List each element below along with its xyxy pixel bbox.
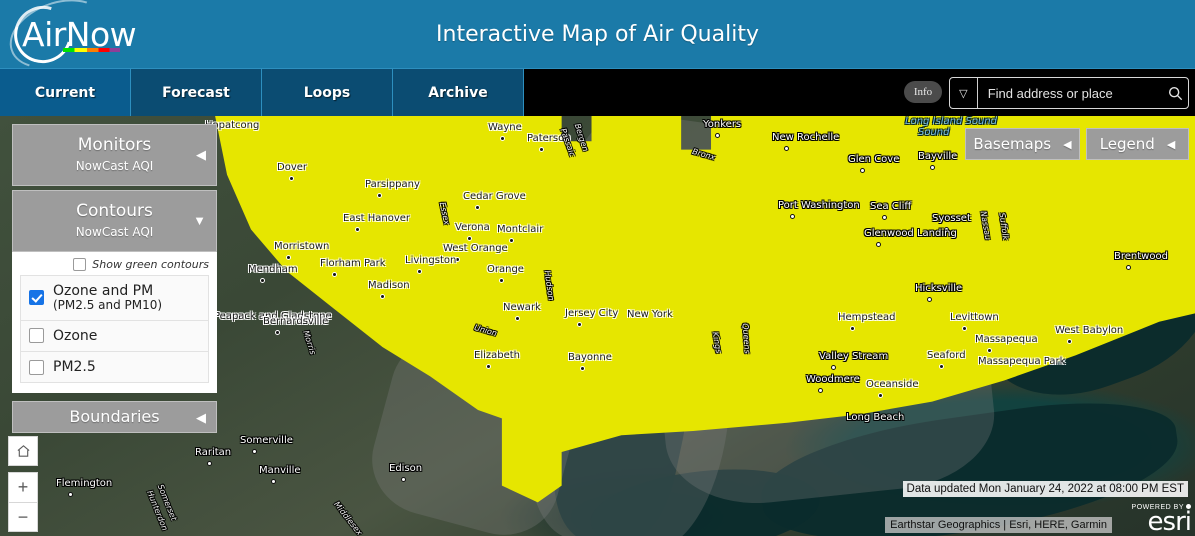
pm25-checkbox[interactable] [29,359,44,375]
show-green-contours-label: Show green contours [92,258,209,271]
tab-current[interactable]: Current [0,69,131,116]
panel-boundaries[interactable]: Boundaries ◀ [12,401,217,433]
tab-forecast[interactable]: Forecast [131,69,262,116]
page-title: Interactive Map of Air Quality [436,21,759,47]
contours-body: Show green contours Ozone and PM (PM2.5 … [12,252,217,394]
pm25-label: PM2.5 [53,358,96,375]
map-attribution[interactable]: Earthstar Geographics | Esri, HERE, Garm… [885,517,1112,533]
basemaps-button[interactable]: Basemaps ◀ [965,128,1080,160]
nav-bar: Current Forecast Loops Archive Info ▽ [0,68,1195,116]
ozone-and-pm-label: Ozone and PM [53,283,154,299]
zoom-out-button[interactable]: − [8,502,38,532]
panel-monitors[interactable]: Monitors NowCast AQI ◀ [12,124,217,186]
option-label-wrapper: Ozone and PM (PM2.5 and PM10) [53,283,162,313]
contours-header[interactable]: Contours NowCast AQI ▼ [12,190,217,252]
collapse-left-arrow-icon: ◀ [1063,137,1072,151]
contour-options-list: Ozone and PM (PM2.5 and PM10) Ozone PM2.… [20,275,209,384]
search-input[interactable] [977,85,1164,101]
ozone-and-pm-checkbox[interactable] [29,290,44,306]
basemaps-label: Basemaps [973,135,1052,153]
monitors-title: Monitors [77,135,152,155]
search-container: ▽ [949,77,1189,109]
search-dropdown-button[interactable]: ▽ [950,78,978,108]
nav-tabs: Current Forecast Loops Archive [0,69,524,116]
tab-archive[interactable]: Archive [393,69,524,116]
legend-label: Legend [1099,135,1155,153]
app-header: AirNow Interactive Map of Air Quality [0,0,1195,82]
map-zoom-controls: + − [8,436,38,532]
logo-aqi-color-bar [63,48,120,52]
home-icon[interactable] [8,436,38,466]
chevron-down-icon[interactable]: ▼ [193,213,206,228]
collapse-left-arrow-icon[interactable]: ◀ [196,147,206,163]
ozone-label: Ozone [53,327,98,344]
data-updated-banner: Data updated Mon January 24, 2022 at 08:… [902,481,1188,497]
map-canvas[interactable]: Hopatcong Wayne Paterson Yonkers New Rochell… [0,116,1195,536]
collapse-left-arrow-icon: ◀ [1166,137,1176,151]
legend-button[interactable]: Legend ◀ [1086,128,1189,160]
option-ozone[interactable]: Ozone [21,320,208,352]
panel-contours: Contours NowCast AQI ▼ Show green contou… [12,190,217,394]
monitors-subtitle: NowCast AQI [75,159,154,173]
collapse-left-arrow-icon[interactable]: ◀ [196,410,206,426]
boundaries-title: Boundaries [69,407,160,426]
esri-wordmark: esri [1147,506,1192,536]
airnow-map-app: AirNow Interactive Map of Air Quality Cu… [0,0,1195,536]
show-green-contours-row[interactable]: Show green contours [12,256,217,275]
info-button[interactable]: Info [904,81,942,103]
ozone-and-pm-sublabel: (PM2.5 and PM10) [53,298,163,313]
contours-title: Contours [76,201,153,221]
airnow-logo[interactable]: AirNow [0,0,137,82]
option-ozone-and-pm[interactable]: Ozone and PM (PM2.5 and PM10) [21,276,208,321]
show-green-contours-checkbox[interactable] [73,258,87,271]
chevron-down-icon: ▽ [959,87,968,100]
option-pm25[interactable]: PM2.5 [21,351,208,383]
search-icon[interactable] [1164,86,1188,101]
esri-logo[interactable]: POWERED BY esri [1132,504,1192,536]
zoom-in-button[interactable]: + [8,472,38,502]
contours-subtitle: NowCast AQI [75,225,154,239]
zoom-buttons-group: + − [8,472,38,532]
ozone-checkbox[interactable] [29,328,44,344]
tab-loops[interactable]: Loops [262,69,393,116]
